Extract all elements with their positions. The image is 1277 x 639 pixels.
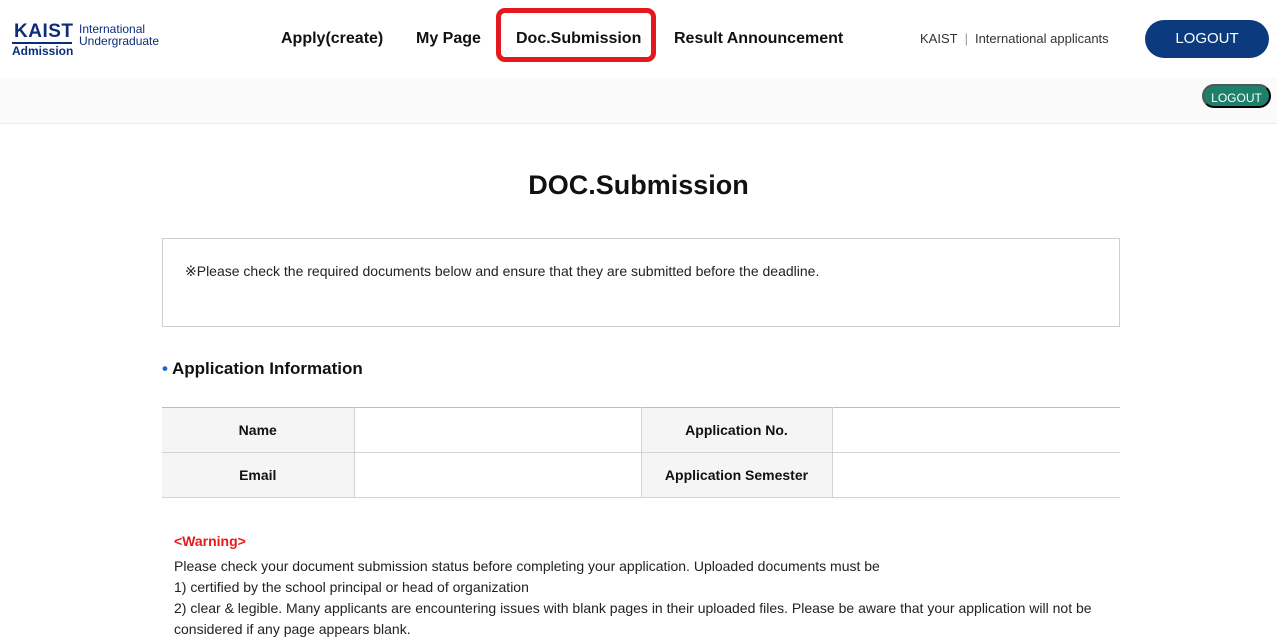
application-semester-label: Application Semester — [640, 452, 832, 498]
kaist-logo[interactable]: KAIST Admission International Undergradu… — [12, 21, 182, 59]
table-row: Name Application No. — [162, 407, 1120, 453]
warning-line-1: Please check your document submission st… — [174, 558, 880, 574]
nav-apply-create[interactable]: Apply(create) — [281, 28, 383, 50]
top-header: KAIST Admission International Undergradu… — [0, 0, 1277, 78]
bullet-icon: • — [162, 359, 168, 378]
email-label: Email — [162, 452, 354, 498]
top-utility-links: KAIST | International applicants — [920, 30, 1109, 48]
logo-kaist-text: KAIST — [14, 21, 74, 42]
warning-text: Please check your document submission st… — [174, 556, 1134, 639]
logo-admission-text: Admission — [12, 44, 74, 58]
notice-text: ※Please check the required documents bel… — [185, 263, 820, 279]
page-title: DOC.Submission — [528, 170, 749, 200]
application-info-title: Application Information — [171, 359, 363, 378]
warning-title: <Warning> — [174, 533, 246, 549]
kaist-link[interactable]: KAIST — [920, 31, 958, 46]
utility-separator: | — [964, 31, 968, 46]
name-label: Name — [162, 407, 354, 453]
notice-box: ※Please check the required documents bel… — [162, 238, 1120, 327]
subbar-logout-button[interactable]: LOGOUT — [1202, 84, 1271, 108]
doc-submission-highlight — [496, 8, 656, 62]
email-value — [353, 452, 641, 498]
table-row: Email Application Semester — [162, 452, 1120, 498]
nav-my-page[interactable]: My Page — [416, 28, 481, 50]
application-info-table: Name Application No. Email Application S… — [162, 407, 1120, 498]
application-semester-value — [831, 452, 1120, 498]
name-value — [353, 407, 641, 453]
international-applicants-link[interactable]: International applicants — [975, 31, 1109, 46]
warning-line-3: 2) clear & legible. Many applicants are … — [174, 600, 1092, 637]
sub-bar — [0, 78, 1277, 124]
header-logout-button[interactable]: LOGOUT — [1145, 20, 1269, 58]
application-info-heading: • Application Information — [162, 358, 363, 380]
logo-undergraduate-text: Undergraduate — [79, 34, 160, 48]
application-no-label: Application No. — [640, 407, 832, 453]
nav-result-announcement[interactable]: Result Announcement — [674, 28, 843, 50]
warning-line-2: 1) certified by the school principal or … — [174, 579, 529, 595]
application-no-value — [831, 407, 1120, 453]
